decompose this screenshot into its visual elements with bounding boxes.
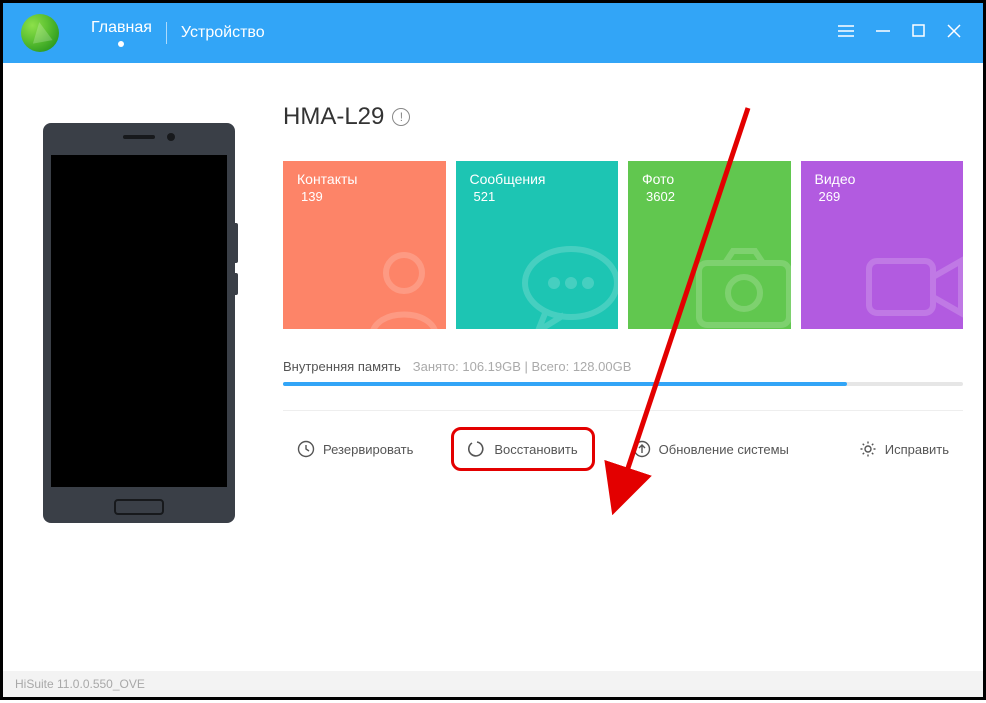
storage-usage: Занято: 106.19GB | Всего: 128.00GB — [413, 359, 632, 374]
tile-messages-label: Сообщения — [470, 171, 605, 187]
tile-contacts[interactable]: Контакты 139 — [283, 161, 446, 329]
device-title: HMA-L29 ! — [283, 103, 963, 131]
device-model: HMA-L29 — [283, 103, 384, 131]
tab-home-label: Главная — [91, 19, 152, 37]
restore-button[interactable]: Восстановить — [451, 427, 594, 471]
app-header: Главная Устройство — [3, 3, 983, 63]
active-tab-indicator — [118, 41, 124, 47]
tab-device[interactable]: Устройство — [167, 3, 279, 63]
tile-contacts-count: 139 — [297, 189, 432, 204]
update-icon — [633, 440, 651, 458]
fix-button[interactable]: Исправить — [845, 430, 963, 468]
window-controls — [838, 24, 983, 43]
tile-photos-count: 3602 — [642, 189, 777, 204]
restore-label: Восстановить — [494, 442, 577, 457]
tab-home[interactable]: Главная — [77, 3, 166, 63]
storage-title: Внутренняя память — [283, 359, 401, 374]
main-content: HMA-L29 ! Контакты 139 Сообщения 521 Фот… — [3, 63, 983, 523]
divider — [283, 410, 963, 411]
gear-icon — [859, 440, 877, 458]
storage-progress-fill — [283, 382, 847, 386]
tab-device-label: Устройство — [181, 24, 265, 42]
info-icon[interactable]: ! — [392, 108, 410, 126]
menu-icon[interactable] — [838, 24, 854, 43]
fix-label: Исправить — [885, 442, 949, 457]
storage-progress — [283, 382, 963, 386]
tile-contacts-label: Контакты — [297, 171, 432, 187]
storage-section: Внутренняя память Занято: 106.19GB | Все… — [283, 359, 963, 386]
update-button[interactable]: Обновление системы — [619, 430, 803, 468]
tile-messages[interactable]: Сообщения 521 — [456, 161, 619, 329]
version-text: HiSuite 11.0.0.550_OVE — [15, 677, 145, 691]
tile-video-count: 269 — [815, 189, 950, 204]
close-icon[interactable] — [947, 24, 961, 43]
status-bar: HiSuite 11.0.0.550_OVE — [3, 671, 983, 697]
backup-label: Резервировать — [323, 442, 413, 457]
restore-icon — [468, 440, 486, 458]
minimize-icon[interactable] — [876, 24, 890, 43]
clock-icon — [297, 440, 315, 458]
backup-button[interactable]: Резервировать — [283, 430, 427, 468]
phone-preview — [43, 123, 235, 523]
tile-video[interactable]: Видео 269 — [801, 161, 964, 329]
tile-messages-count: 521 — [470, 189, 605, 204]
tile-photos-label: Фото — [642, 171, 777, 187]
app-logo — [21, 14, 59, 52]
update-label: Обновление системы — [659, 442, 789, 457]
tile-photos[interactable]: Фото 3602 — [628, 161, 791, 329]
tile-video-label: Видео — [815, 171, 950, 187]
maximize-icon[interactable] — [912, 24, 925, 42]
